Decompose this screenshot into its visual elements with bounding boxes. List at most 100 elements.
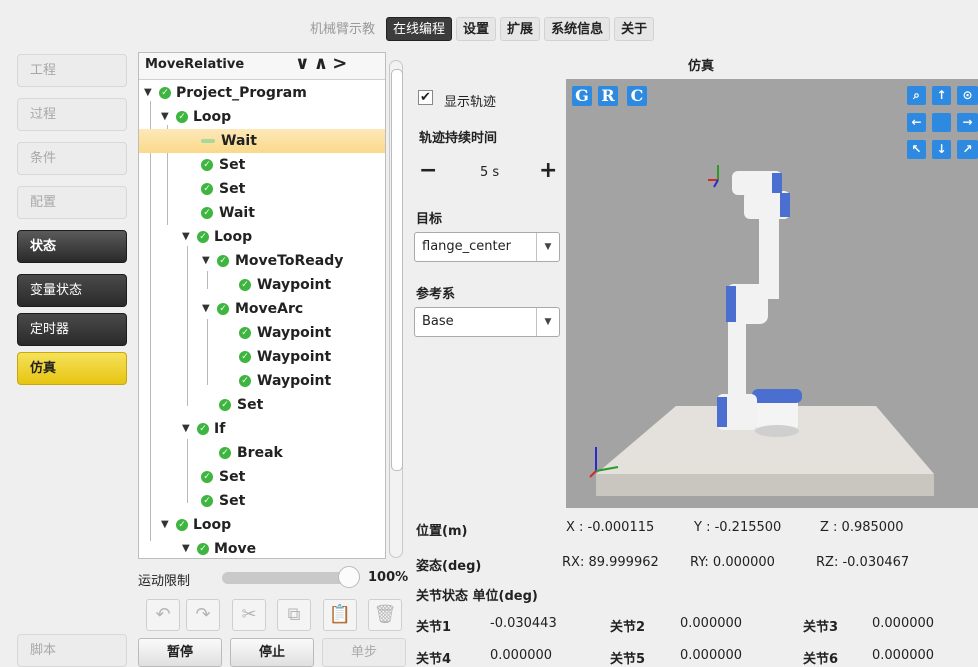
view-g-button[interactable]: G (572, 86, 592, 106)
pause-button[interactable]: 暂停 (138, 638, 222, 667)
check-icon: ✓ (239, 375, 251, 387)
reference-frame-label: 参考系 (416, 287, 456, 302)
reference-frame-select[interactable]: Base ▼ (414, 307, 560, 337)
tree-nav-arrows[interactable]: ∨∧> (295, 53, 351, 74)
menu-about[interactable]: 关于 (614, 17, 655, 41)
speed-limit-label: 运动限制 (138, 574, 191, 589)
tree-row-label: MoveArc (235, 301, 304, 317)
expand-caret-icon[interactable]: ▼ (202, 297, 210, 321)
simulation-title: 仿真 (688, 59, 715, 74)
joint5-label: 关节5 (610, 652, 646, 667)
show-trace-label: 显示轨迹 (444, 95, 497, 110)
nav-process[interactable]: 过程 (17, 98, 127, 131)
tree-row[interactable]: ▼ ✓ MoveToReady (139, 249, 385, 273)
delete-button[interactable]: 🗑 (368, 599, 402, 631)
tree-row[interactable]: ✓ Waypoint (139, 345, 385, 369)
robot-joint-ring (752, 389, 802, 403)
target-select[interactable]: flange_center ▼ (414, 232, 560, 262)
arrow-down-icon[interactable]: ↓ (932, 140, 951, 159)
nav-condition[interactable]: 条件 (17, 142, 127, 175)
tree-row[interactable]: ▼ ✓ Move (139, 537, 385, 558)
undo-button[interactable]: ↶ (146, 599, 180, 631)
cut-button[interactable]: ✂ (232, 599, 266, 631)
platform-front (596, 474, 934, 496)
expand-caret-icon[interactable]: ▼ (161, 105, 169, 129)
view-c-button[interactable]: C (627, 86, 647, 106)
zoom-reset-icon[interactable]: ⊙ (957, 86, 978, 105)
paste-button[interactable]: 📋 (323, 599, 357, 631)
tree-row[interactable]: ▼ ✓ MoveArc (139, 297, 385, 321)
show-trace-checkbox[interactable]: ✔ (418, 90, 433, 105)
tree-row[interactable]: ✓ Set (139, 465, 385, 489)
menu-online-programming[interactable]: 在线编程 (386, 17, 453, 41)
expand-caret-icon[interactable]: ▼ (182, 225, 190, 249)
nav-simulation[interactable]: 仿真 (17, 352, 127, 385)
tool-axis-z (713, 179, 719, 188)
arrow-up-icon[interactable]: ↑ (932, 86, 951, 105)
tree-row-selected[interactable]: Wait (139, 129, 385, 153)
redo-button[interactable]: ↷ (186, 599, 220, 631)
tree-row[interactable]: ✓ Set (139, 177, 385, 201)
tree-row[interactable]: ✓ Set (139, 393, 385, 417)
tree-row[interactable]: ▼ ✓ Loop (139, 513, 385, 537)
arrow-left-icon[interactable]: ← (907, 113, 926, 132)
center-view-icon[interactable] (932, 113, 951, 132)
tree-row[interactable]: ▼ ✓ Project_Program (139, 81, 385, 105)
tree-row[interactable]: ✓ Break (139, 441, 385, 465)
axis-x (589, 470, 597, 478)
menu-extensions[interactable]: 扩展 (500, 17, 541, 41)
tree-row[interactable]: ✓ Wait (139, 201, 385, 225)
rotate-left-icon[interactable]: ↖ (907, 140, 926, 159)
robot-shoulder-cap (717, 397, 727, 427)
position-y: Y : -0.215500 (694, 520, 782, 535)
tree-scrollbar[interactable] (389, 60, 403, 558)
expand-caret-icon[interactable]: ▼ (202, 249, 210, 273)
reference-frame-value: Base (422, 314, 454, 329)
check-icon: ✓ (217, 303, 229, 315)
pose-label: 姿态(deg) (416, 559, 482, 574)
tree-row[interactable]: ✓ Waypoint (139, 369, 385, 393)
expand-caret-icon[interactable]: ▼ (182, 417, 190, 441)
trace-duration-value: 5 s (480, 165, 500, 180)
check-icon: ✓ (201, 471, 213, 483)
nav-config[interactable]: 配置 (17, 186, 127, 219)
view-r-button[interactable]: R (598, 86, 618, 106)
nav-script[interactable]: 脚本 (17, 634, 127, 667)
arrow-right-icon[interactable]: → (957, 113, 978, 132)
menu-system-info[interactable]: 系统信息 (544, 17, 611, 41)
expand-caret-icon[interactable]: ▼ (182, 537, 190, 558)
expand-caret-icon[interactable]: ▼ (144, 81, 152, 105)
tree-row[interactable]: ▼ ✓ Loop (139, 105, 385, 129)
program-tree: MoveRelative ∨∧> ▼ ✓ Project_Program ▼ ✓… (138, 52, 386, 559)
tree-row[interactable]: ▼ ✓ Loop (139, 225, 385, 249)
robot-wrist-cap (780, 193, 790, 217)
rotate-right-icon[interactable]: ↗ (957, 140, 978, 159)
decrease-duration-button[interactable]: − (419, 158, 437, 183)
expand-caret-icon[interactable]: ▼ (161, 513, 169, 537)
step-button[interactable]: 单步 (322, 638, 406, 667)
tree-row[interactable]: ✓ Set (139, 489, 385, 513)
tree-row-label: Set (219, 469, 246, 485)
zoom-icon[interactable]: ⌕ (907, 86, 926, 105)
position-label: 位置(m) (416, 524, 468, 539)
check-icon: ✓ (176, 519, 188, 531)
check-icon: ✓ (239, 327, 251, 339)
target-label: 目标 (416, 212, 443, 227)
menu-arm-teach[interactable]: 机械臂示教 (303, 17, 382, 41)
nav-variable-status[interactable]: 变量状态 (17, 274, 127, 307)
top-menu: 机械臂示教 在线编程 设置 扩展 系统信息 关于 (303, 17, 655, 41)
tree-row[interactable]: ✓ Waypoint (139, 273, 385, 297)
nav-status[interactable]: 状态 (17, 230, 127, 263)
tree-row[interactable]: ✓ Set (139, 153, 385, 177)
stop-button[interactable]: 停止 (230, 638, 314, 667)
copy-button[interactable]: ⧉ (277, 599, 311, 631)
tree-row-label: Waypoint (257, 349, 332, 365)
menu-settings[interactable]: 设置 (456, 17, 497, 41)
nav-timer[interactable]: 定时器 (17, 313, 127, 346)
tree-scrollbar-thumb[interactable] (391, 69, 403, 471)
increase-duration-button[interactable]: + (539, 158, 557, 183)
nav-project[interactable]: 工程 (17, 54, 127, 87)
tree-row[interactable]: ✓ Waypoint (139, 321, 385, 345)
speed-slider-handle[interactable] (338, 566, 360, 588)
tree-row[interactable]: ▼ ✓ If (139, 417, 385, 441)
